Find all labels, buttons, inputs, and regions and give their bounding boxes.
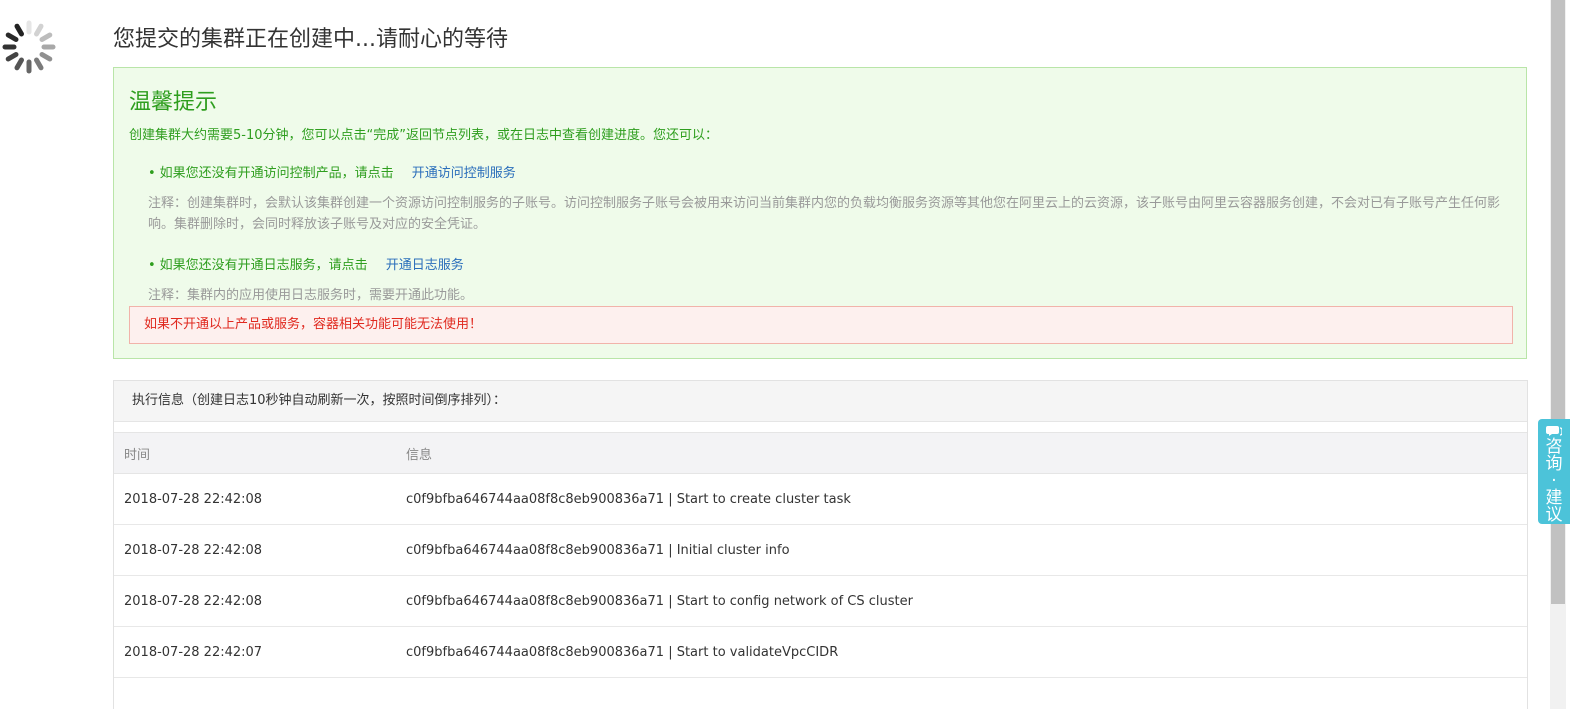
log-table: 时间 信息 2018-07-28 22:42:08 c0f9bfba646744… [114,432,1527,678]
tips-description: 创建集群大约需要5-10分钟，您可以点击“完成”返回节点列表，或在日志中查看创建… [129,128,718,143]
table-row: 2018-07-28 22:42:08 c0f9bfba646744aa08f8… [114,473,1527,525]
execution-info-panel: 执行信息（创建日志10秒钟自动刷新一次，按照时间倒序排列）： 时间 信息 201… [113,380,1528,709]
tips-title: 温馨提示 [129,90,218,115]
log-table-header-row: 时间 信息 [114,432,1527,474]
column-header-time: 时间 [114,432,396,474]
tip-note-log: 注释：集群内的应用使用日志服务时，需要开通此功能。 [148,288,474,303]
tip-note-ram: 注释：创建集群时，会默认该集群创建一个资源访问控制服务的子账号。访问控制服务子账… [148,196,1501,232]
loading-spinner-icon [2,20,56,74]
execution-info-header: 执行信息（创建日志10秒钟自动刷新一次，按照时间倒序排列）： [114,381,1527,422]
tip-item-text: 如果您还没有开通访问控制产品，请点击 [159,166,394,181]
bullet-dot-icon: • [148,258,156,273]
log-info-cell: c0f9bfba646744aa08f8c8eb900836a71 | Star… [396,473,1527,525]
bullet-dot-icon: • [148,166,156,181]
tip-item-text: 如果您还没有开通日志服务，请点击 [159,258,368,273]
log-time-cell: 2018-07-28 22:42:08 [114,524,396,576]
feedback-label: 咨询·建议 [1545,437,1563,525]
log-time-cell: 2018-07-28 22:42:08 [114,473,396,525]
tip-item-log: • 如果您还没有开通日志服务，请点击 开通日志服务 [148,254,464,273]
feedback-button[interactable]: 咨询·建议 [1538,419,1570,524]
column-header-info: 信息 [396,432,1527,474]
chat-icon [1546,426,1562,436]
log-info-cell: c0f9bfba646744aa08f8c8eb900836a71 | Star… [396,626,1527,678]
warning-message: 如果不开通以上产品或服务，容器相关功能可能无法使用！ [129,306,1513,344]
enable-ram-link[interactable]: 开通访问控制服务 [412,166,516,181]
log-info-cell: c0f9bfba646744aa08f8c8eb900836a71 | Star… [396,575,1527,627]
page-title: 您提交的集群正在创建中...请耐心的等待 [113,27,508,52]
log-time-cell: 2018-07-28 22:42:08 [114,575,396,627]
tips-panel: 温馨提示 创建集群大约需要5-10分钟，您可以点击“完成”返回节点列表，或在日志… [113,67,1527,359]
log-time-cell: 2018-07-28 22:42:07 [114,626,396,678]
table-row: 2018-07-28 22:42:07 c0f9bfba646744aa08f8… [114,626,1527,678]
tip-item-ram: • 如果您还没有开通访问控制产品，请点击 开通访问控制服务 [148,162,516,181]
table-row: 2018-07-28 22:42:08 c0f9bfba646744aa08f8… [114,524,1527,576]
table-row: 2018-07-28 22:42:08 c0f9bfba646744aa08f8… [114,575,1527,627]
log-info-cell: c0f9bfba646744aa08f8c8eb900836a71 | Init… [396,524,1527,576]
enable-log-service-link[interactable]: 开通日志服务 [386,258,464,273]
